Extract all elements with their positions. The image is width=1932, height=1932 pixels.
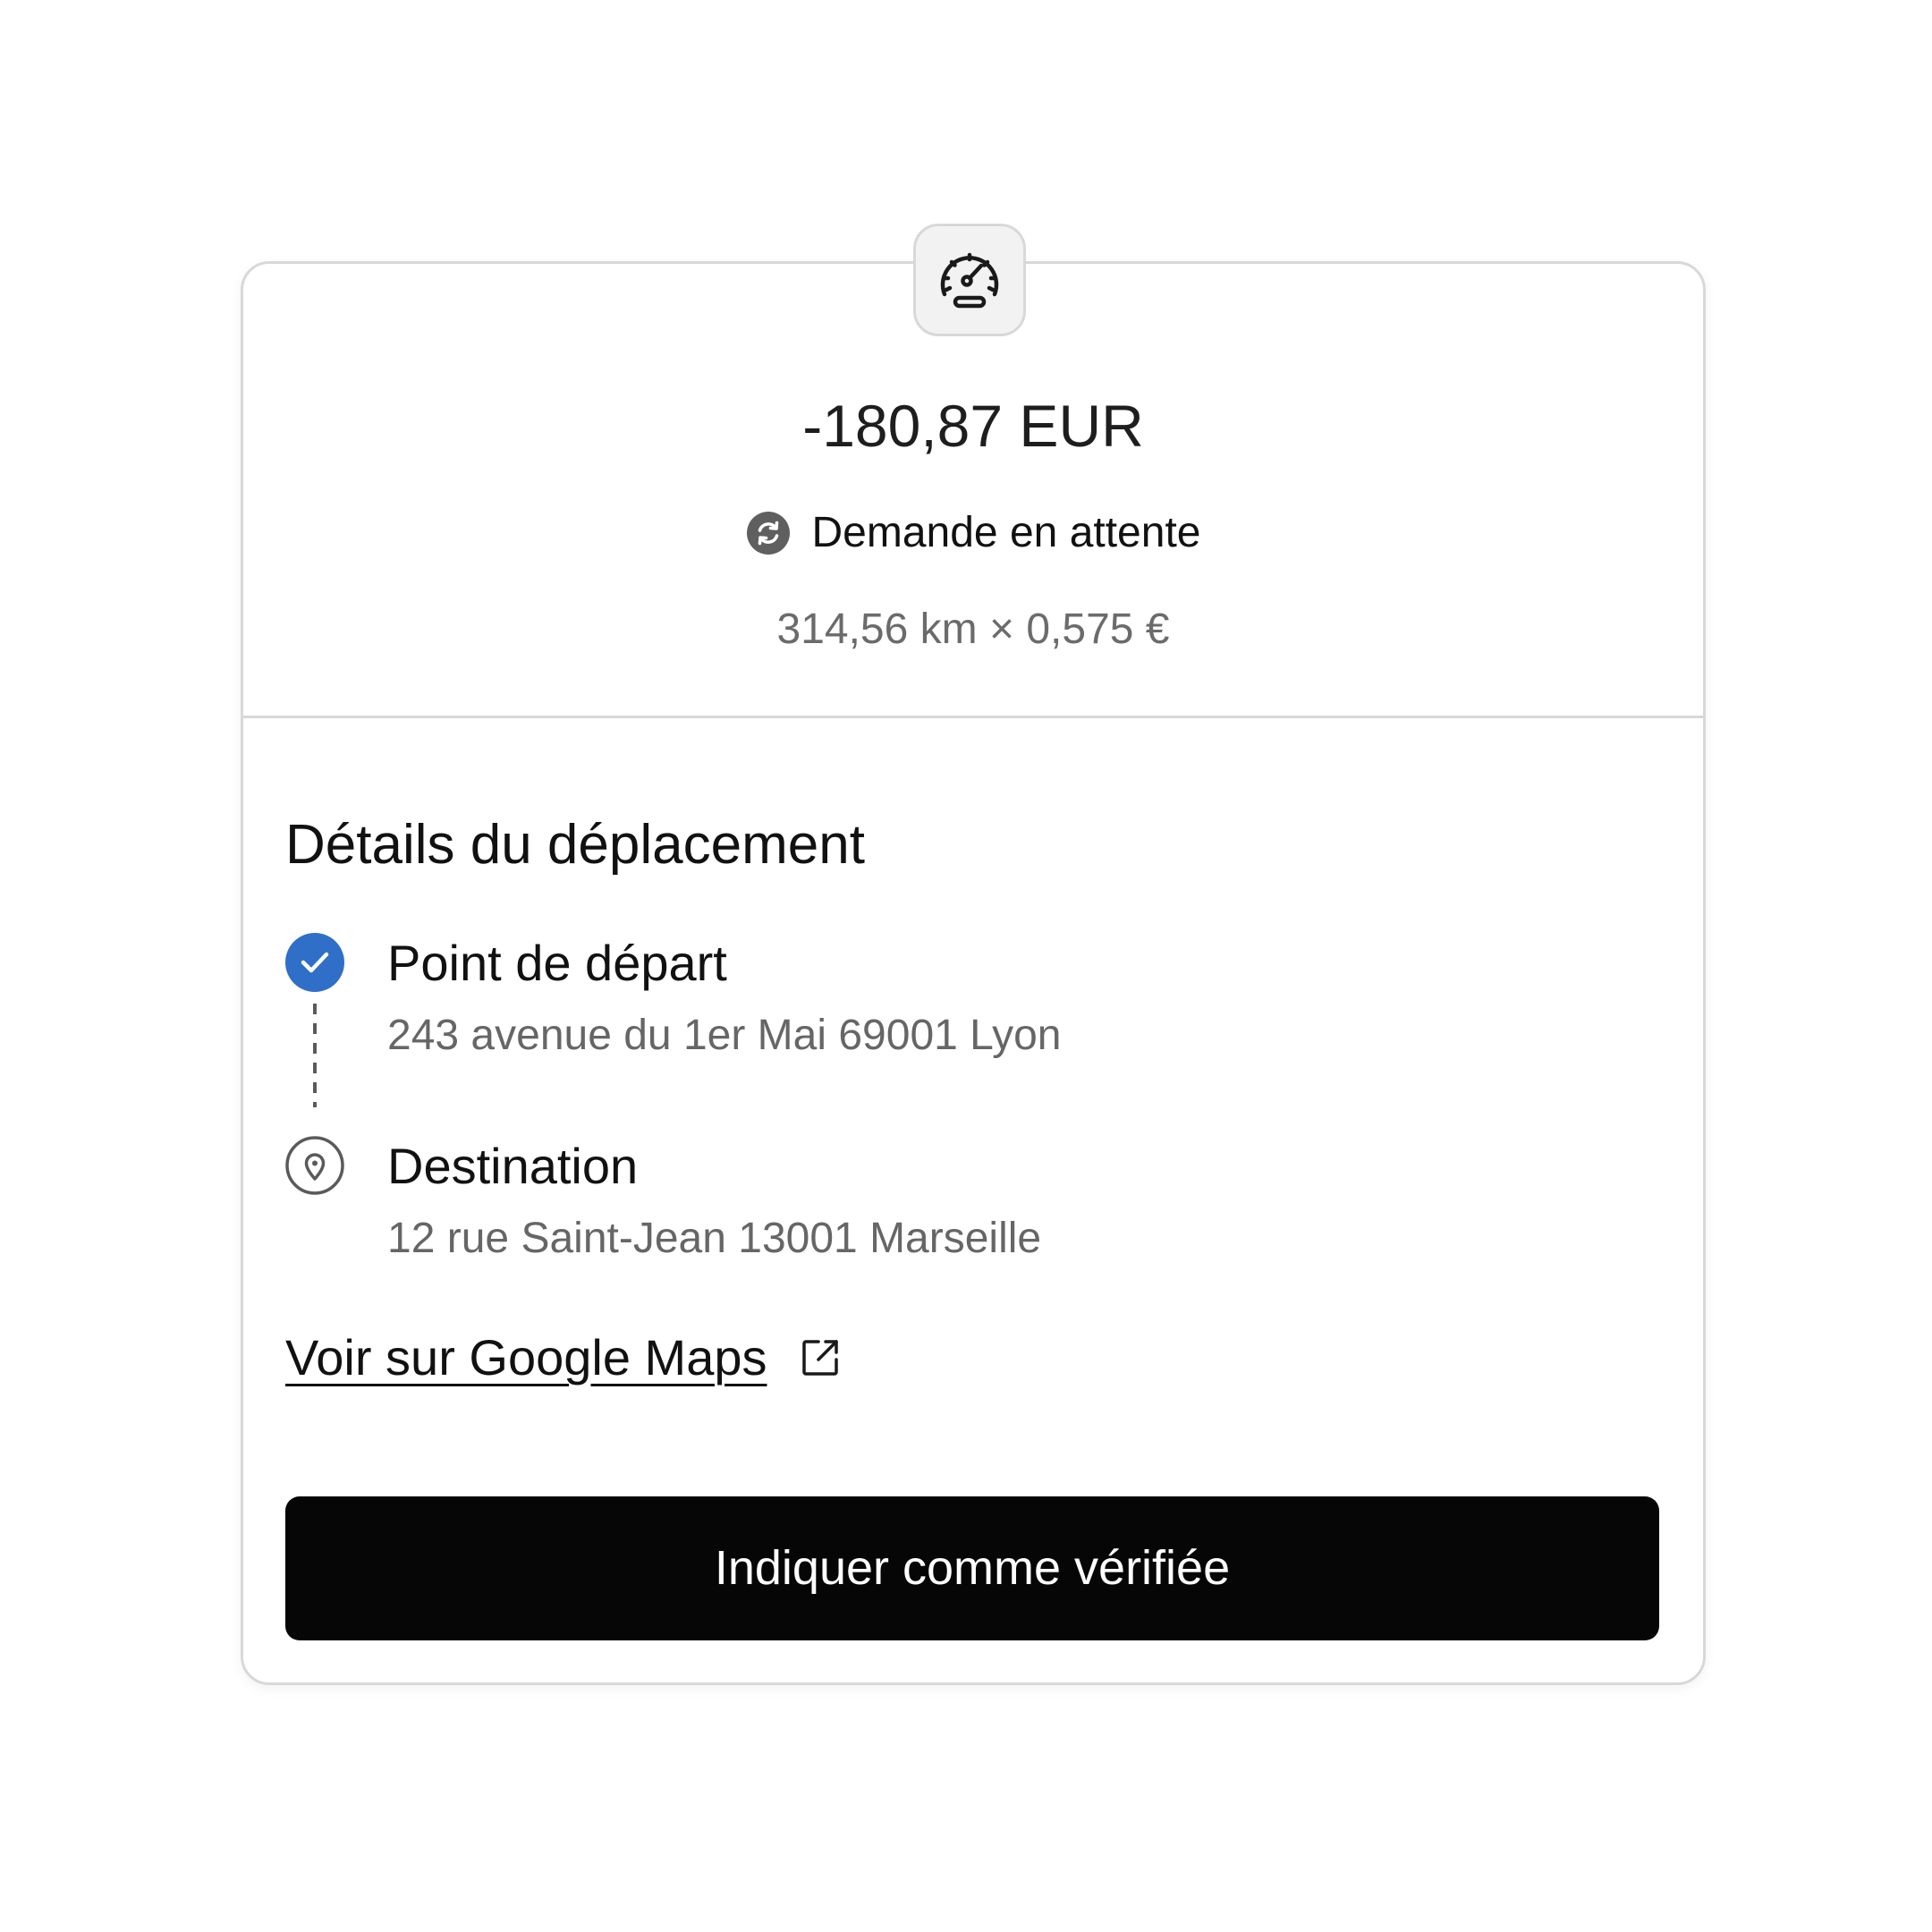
destination-address: 12 rue Saint-Jean 13001 Marseille: [387, 1215, 1042, 1262]
section-divider: [241, 716, 1706, 718]
google-maps-link-label[interactable]: Voir sur Google Maps: [285, 1327, 767, 1388]
expense-amount: -180,87 EUR: [802, 393, 1144, 459]
google-maps-link[interactable]: Voir sur Google Maps: [285, 1327, 842, 1388]
status-label: Demande en attente: [811, 509, 1201, 556]
departure-address: 243 avenue du 1er Mai 69001 Lyon: [387, 1012, 1062, 1059]
speedometer-badge: [913, 224, 1026, 336]
status-row: Demande en attente: [241, 506, 1706, 560]
check-circle-icon: [285, 933, 344, 992]
external-link-icon[interactable]: [799, 1336, 842, 1379]
speedometer-icon: [940, 252, 999, 309]
route-connector: [313, 1004, 317, 1107]
departure-label: Point de départ: [387, 935, 727, 991]
distance-rate-calculation: 314,56 km × 0,575 €: [776, 606, 1170, 653]
location-pin-icon: [285, 1136, 344, 1195]
trip-details-title: Détails du déplacement: [285, 814, 865, 877]
sync-pending-icon: [746, 512, 790, 555]
mark-as-verified-button[interactable]: Indiquer comme vérifiée: [285, 1496, 1659, 1640]
destination-label: Destination: [387, 1138, 639, 1194]
